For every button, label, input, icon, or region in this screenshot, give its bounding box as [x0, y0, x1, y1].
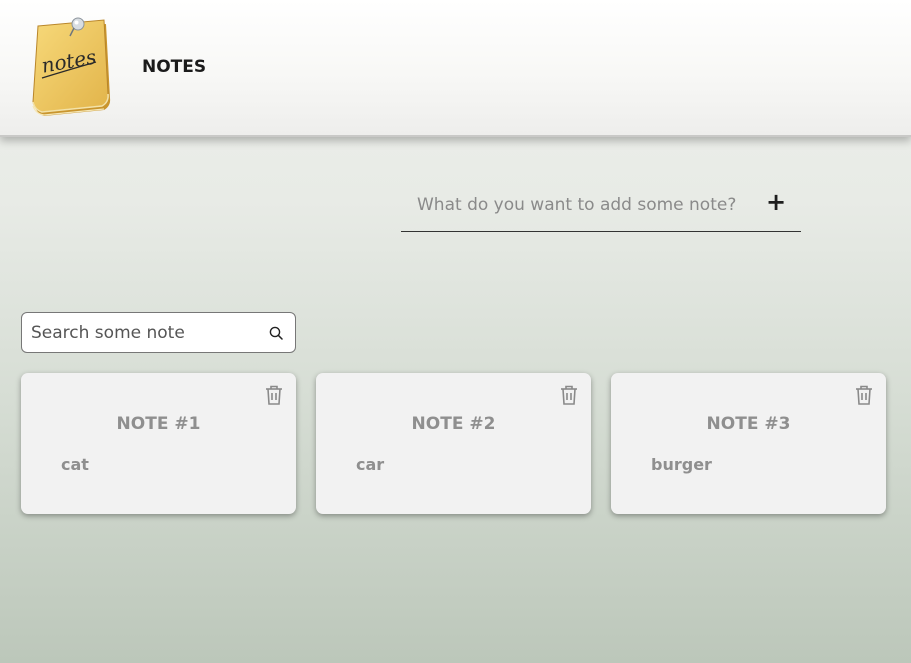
note-card: NOTE #1 cat [21, 373, 296, 514]
add-note-input[interactable] [401, 185, 767, 225]
search-input[interactable] [22, 313, 261, 352]
sticky-notes-icon: notes [32, 17, 111, 116]
app-header: notes NOTES [0, 0, 911, 137]
plus-icon: + [765, 188, 787, 216]
note-card: NOTE #2 car [316, 373, 591, 514]
add-note-bar: + [401, 185, 801, 232]
note-title: NOTE #1 [116, 414, 201, 434]
trash-icon[interactable] [558, 384, 580, 406]
note-text: burger [651, 455, 712, 474]
trash-icon[interactable] [263, 384, 285, 406]
note-title: NOTE #2 [411, 414, 496, 434]
note-text: car [356, 455, 385, 474]
trash-icon[interactable] [853, 384, 875, 406]
note-card: NOTE #3 burger [611, 373, 886, 514]
notes-list: NOTE #1 cat NOTE #2 car NOTE #3 burger [21, 373, 901, 518]
search-box [21, 312, 296, 353]
add-note-button[interactable]: + [763, 188, 789, 216]
search-icon[interactable] [269, 326, 283, 340]
app-title: NOTES [142, 57, 207, 77]
note-title: NOTE #3 [706, 414, 791, 434]
note-text: cat [61, 455, 89, 474]
